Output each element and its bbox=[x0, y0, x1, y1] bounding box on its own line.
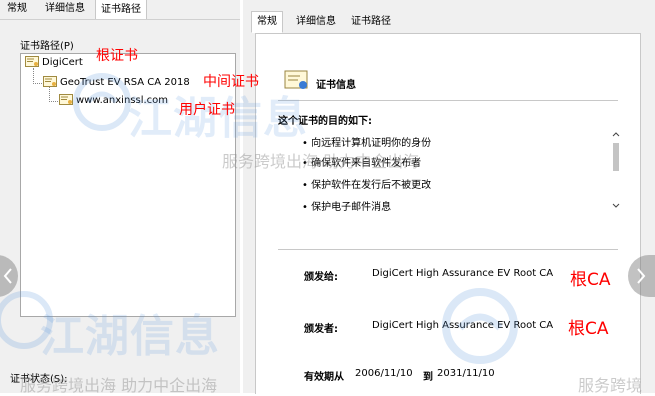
divider bbox=[278, 249, 618, 250]
annotation-root-ca-issued-to: 根CA bbox=[570, 270, 611, 290]
left-tab-bar: 常规 详细信息 证书路径 bbox=[0, 0, 240, 20]
tree-node-label: DigiCert bbox=[42, 57, 83, 68]
certificate-info-title: 证书信息 bbox=[316, 80, 356, 91]
watermark-logo-icon bbox=[442, 288, 518, 364]
chevron-right-icon bbox=[637, 268, 646, 284]
annotation-user-certificate: 用户证书 bbox=[179, 102, 235, 118]
issued-to-label: 颁发给: bbox=[304, 272, 338, 283]
validity-to-label: 到 bbox=[423, 372, 433, 383]
left-tab-general[interactable]: 常规 bbox=[2, 0, 32, 18]
certificate-info-icon bbox=[284, 70, 308, 89]
watermark-logo-icon bbox=[73, 73, 131, 131]
validity-from-label: 有效期从 bbox=[304, 372, 344, 383]
certificate-icon bbox=[25, 55, 39, 67]
purpose-item: • 保护软件在发行后不被更改 bbox=[302, 180, 432, 191]
certificate-icon bbox=[43, 75, 57, 87]
right-tab-general[interactable]: 常规 bbox=[251, 11, 283, 33]
chevron-down-icon bbox=[612, 203, 620, 208]
purpose-heading: 这个证书的目的如下: bbox=[278, 116, 372, 127]
left-tab-certification-path[interactable]: 证书路径 bbox=[95, 0, 147, 19]
purpose-item: • 确保软件来自软件发布者 bbox=[302, 158, 422, 169]
certificate-status-label: 证书状态(S): bbox=[10, 374, 68, 385]
certification-path-label: 证书路径(P) bbox=[20, 41, 74, 52]
issued-by-label: 颁发者: bbox=[304, 324, 338, 335]
annotation-intermediate-certificate: 中间证书 bbox=[203, 74, 259, 90]
purpose-scrollbar[interactable] bbox=[610, 129, 622, 213]
chevron-up-icon bbox=[612, 132, 620, 137]
purpose-item: • 保护电子邮件消息 bbox=[302, 202, 392, 213]
annotation-root-certificate: 根证书 bbox=[96, 48, 138, 64]
scrollbar-thumb[interactable] bbox=[613, 143, 619, 171]
valid-from-value: 2006/11/10 bbox=[355, 368, 413, 379]
divider bbox=[278, 100, 618, 101]
watermark-logo-icon bbox=[0, 291, 53, 349]
certificate-icon bbox=[59, 93, 73, 105]
purpose-item: • 向远程计算机证明你的身份 bbox=[302, 138, 432, 149]
tree-node-root[interactable]: DigiCert bbox=[25, 55, 83, 70]
issued-to-value[interactable]: DigiCert High Assurance EV Root CA bbox=[372, 268, 553, 279]
left-tab-details[interactable]: 详细信息 bbox=[40, 0, 90, 18]
carousel-next-button[interactable] bbox=[628, 255, 655, 297]
right-tab-certification-path[interactable]: 证书路径 bbox=[346, 12, 396, 32]
annotation-root-ca-issued-by: 根CA bbox=[568, 319, 609, 339]
right-tab-details[interactable]: 详细信息 bbox=[291, 12, 341, 32]
valid-to-value: 2031/11/10 bbox=[437, 368, 495, 379]
